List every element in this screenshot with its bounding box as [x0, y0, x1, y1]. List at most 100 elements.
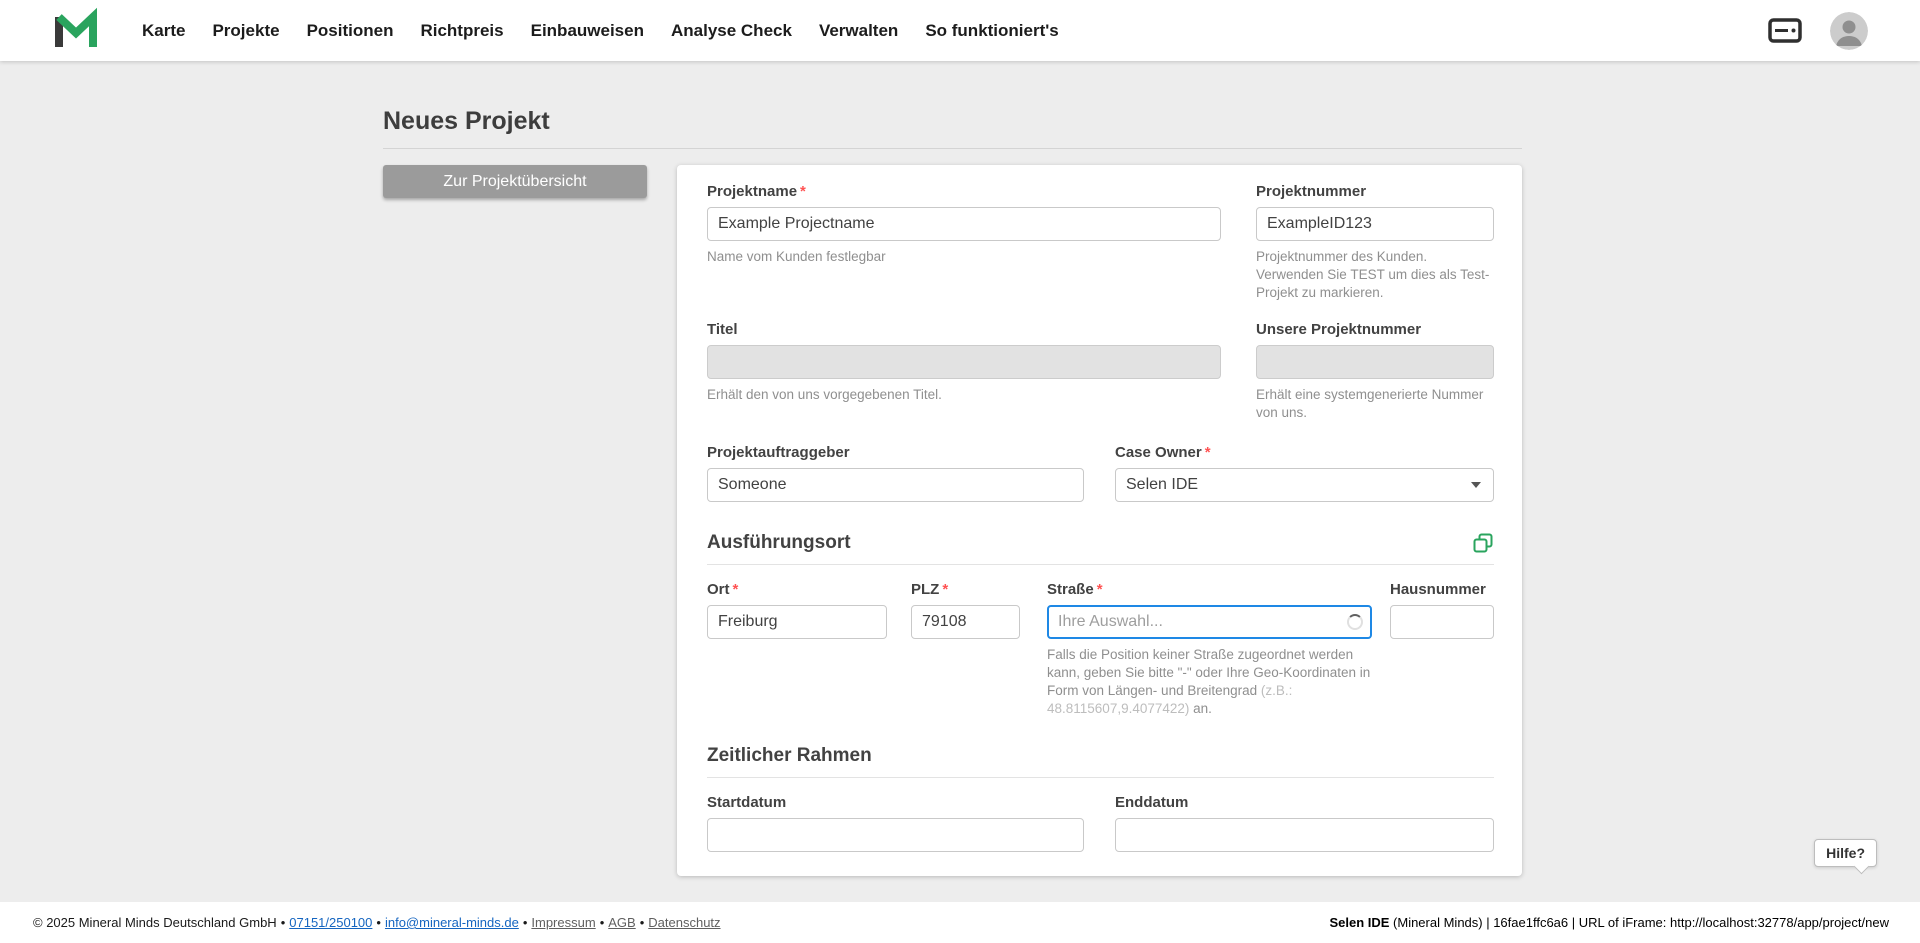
server-icon[interactable] — [1768, 18, 1802, 43]
footer-session-detail: (Mineral Minds) | 16fae1ffc6a6 | URL of … — [1389, 915, 1889, 930]
startdatum-label: Startdatum — [707, 794, 1084, 811]
strasse-input[interactable] — [1047, 605, 1372, 639]
label-text: Case Owner — [1115, 444, 1202, 461]
projektname-label: Projektname* — [707, 183, 1221, 200]
label-text: Ort — [707, 581, 730, 598]
required-asterisk: * — [733, 581, 739, 598]
separator: • — [523, 915, 528, 930]
projektname-field: Projektname* Name vom Kunden festlegbar — [707, 183, 1221, 301]
label-text: Projektname — [707, 183, 797, 200]
hausnummer-label: Hausnummer — [1390, 581, 1494, 598]
help-label: Hilfe? — [1826, 845, 1865, 861]
footer-phone-link[interactable]: 07151/250100 — [289, 915, 372, 930]
enddatum-field: Enddatum — [1115, 794, 1494, 852]
ort-field: Ort* — [707, 581, 887, 717]
label-text: Hausnummer — [1390, 581, 1486, 598]
label-text: PLZ — [911, 581, 939, 598]
plz-field: PLZ* — [911, 581, 1020, 717]
projektauftraggeber-field: Projektauftraggeber — [707, 444, 1084, 502]
new-project-form-card: Projektname* Name vom Kunden festlegbar … — [677, 165, 1522, 876]
enddatum-label: Enddatum — [1115, 794, 1494, 811]
nav-item-karte[interactable]: Karte — [142, 21, 185, 41]
section-divider — [707, 777, 1494, 778]
projektauftraggeber-label: Projektauftraggeber — [707, 444, 1084, 461]
copyright-text: © 2025 Mineral Minds Deutschland GmbH — [33, 915, 277, 930]
title-divider — [383, 148, 1522, 149]
plz-input[interactable] — [911, 605, 1020, 639]
nav-item-so-funktionierts[interactable]: So funktioniert's — [925, 21, 1058, 41]
hausnummer-field: Hausnummer — [1390, 581, 1494, 717]
label-text: Startdatum — [707, 794, 786, 811]
label-text: Straße — [1047, 581, 1094, 598]
chevron-down-icon — [1471, 482, 1481, 488]
required-asterisk: * — [1097, 581, 1103, 598]
required-asterisk: * — [1205, 444, 1211, 461]
strasse-label: Straße* — [1047, 581, 1372, 598]
nav-item-positionen[interactable]: Positionen — [307, 21, 394, 41]
footer-agb-link[interactable]: AGB — [608, 915, 635, 930]
copy-icon[interactable] — [1472, 532, 1494, 554]
section-divider — [707, 564, 1494, 565]
case-owner-field: Case Owner* Selen IDE — [1115, 444, 1494, 502]
ort-input[interactable] — [707, 605, 887, 639]
projektnummer-field: Projektnummer Projektnummer des Kunden. … — [1256, 183, 1494, 301]
label-text: Projektauftraggeber — [707, 444, 850, 461]
ort-label: Ort* — [707, 581, 887, 598]
titel-field: Titel Erhält den von uns vorgegebenen Ti… — [707, 321, 1221, 422]
label-text: Titel — [707, 321, 738, 338]
projektname-helper: Name vom Kunden festlegbar — [707, 248, 1221, 266]
loading-spinner-icon — [1347, 614, 1363, 630]
separator: • — [640, 915, 645, 930]
nav-item-verwalten[interactable]: Verwalten — [819, 21, 898, 41]
user-avatar[interactable] — [1830, 12, 1868, 50]
help-button[interactable]: Hilfe? — [1814, 839, 1877, 867]
required-asterisk: * — [942, 581, 948, 598]
back-to-project-overview-button[interactable]: Zur Projektübersicht — [383, 165, 647, 198]
footer-session-info: Selen IDE (Mineral Minds) | 16fae1ffc6a6… — [1329, 915, 1889, 930]
unsere-projektnummer-input — [1256, 345, 1494, 379]
section-title-ausfuehrungsort: Ausführungsort — [707, 532, 851, 554]
projektnummer-helper: Projektnummer des Kunden. Verwenden Sie … — [1256, 248, 1494, 301]
footer: © 2025 Mineral Minds Deutschland GmbH • … — [0, 902, 1920, 943]
hausnummer-input[interactable] — [1390, 605, 1494, 639]
main-nav: Karte Projekte Positionen Richtpreis Ein… — [142, 21, 1059, 41]
content-area: Neues Projekt Zur Projektübersicht Proje… — [0, 61, 1920, 902]
enddatum-input[interactable] — [1115, 818, 1494, 852]
nav-item-projekte[interactable]: Projekte — [212, 21, 279, 41]
projektnummer-input[interactable] — [1256, 207, 1494, 241]
nav-item-richtpreis[interactable]: Richtpreis — [420, 21, 503, 41]
projektauftraggeber-input[interactable] — [707, 468, 1084, 502]
logo[interactable] — [54, 7, 98, 54]
navbar: Karte Projekte Positionen Richtpreis Ein… — [0, 0, 1920, 61]
footer-impressum-link[interactable]: Impressum — [531, 915, 595, 930]
section-title-zeitlicher-rahmen: Zeitlicher Rahmen — [707, 745, 872, 767]
case-owner-label: Case Owner* — [1115, 444, 1494, 461]
footer-email-link[interactable]: info@mineral-minds.de — [385, 915, 519, 930]
unsere-projektnummer-field: Unsere Projektnummer Erhält eine systemg… — [1256, 321, 1494, 422]
titel-input — [707, 345, 1221, 379]
mineral-minds-logo-icon — [54, 7, 98, 54]
label-text: Enddatum — [1115, 794, 1188, 811]
startdatum-field: Startdatum — [707, 794, 1084, 852]
nav-item-analyse-check[interactable]: Analyse Check — [671, 21, 792, 41]
startdatum-input[interactable] — [707, 818, 1084, 852]
strasse-helper-main: Falls die Position keiner Straße zugeord… — [1047, 647, 1370, 698]
label-text: Projektnummer — [1256, 183, 1366, 200]
titel-helper: Erhält den von uns vorgegebenen Titel. — [707, 386, 1221, 404]
case-owner-selected-value: Selen IDE — [1126, 476, 1198, 494]
footer-datenschutz-link[interactable]: Datenschutz — [648, 915, 720, 930]
projektnummer-label: Projektnummer — [1256, 183, 1494, 200]
separator: • — [376, 915, 381, 930]
nav-item-einbauweisen[interactable]: Einbauweisen — [531, 21, 644, 41]
unsere-projektnummer-label: Unsere Projektnummer — [1256, 321, 1494, 338]
projektname-input[interactable] — [707, 207, 1221, 241]
footer-left: © 2025 Mineral Minds Deutschland GmbH • … — [33, 915, 721, 930]
case-owner-select[interactable]: Selen IDE — [1115, 468, 1494, 502]
footer-session-user: Selen IDE — [1329, 915, 1389, 930]
required-asterisk: * — [800, 183, 806, 200]
strasse-helper: Falls die Position keiner Straße zugeord… — [1047, 646, 1372, 717]
page-title: Neues Projekt — [383, 107, 1522, 136]
plz-label: PLZ* — [911, 581, 1020, 598]
label-text: Unsere Projektnummer — [1256, 321, 1421, 338]
separator: • — [281, 915, 286, 930]
